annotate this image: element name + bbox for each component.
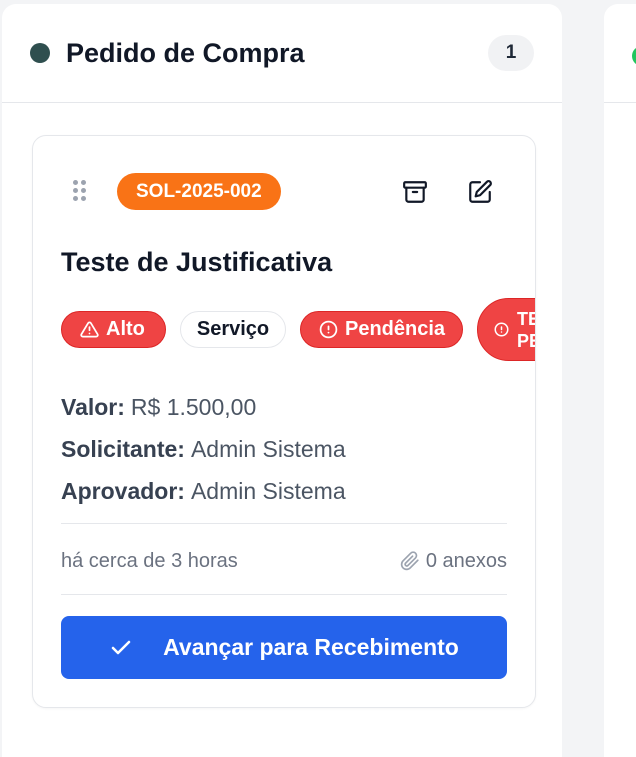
time-ago: há cerca de 3 horas [61,549,238,572]
custom-tag-line2: PENDÊNCIA [517,330,535,351]
advance-to-receiving-button[interactable]: Avançar para Recebimento [61,616,507,679]
column-status-dot [30,43,50,63]
card-meta-row: há cerca de 3 horas 0 anexos [61,546,507,576]
attachments-link[interactable]: 0 anexos [400,550,507,573]
custom-tag-line1: TESTE [517,308,535,329]
divider [604,102,636,103]
attachments-count: 0 anexos [425,549,507,572]
archive-button[interactable] [398,175,432,209]
drag-handle-icon[interactable] [73,180,91,206]
pending-tag: Pendência [300,311,463,348]
kanban-column: Pedido de Compra 1 SOL-2025-002 Teste de… [2,4,562,757]
alert-triangle-icon [80,321,99,338]
value-row: Valor: R$ 1.500,00 [61,386,346,428]
next-kanban-column [604,4,636,757]
request-code-badge: SOL-2025-002 [117,173,281,210]
value-label: Valor: [61,393,125,420]
advance-button-label: Avançar para Recebimento [163,634,459,660]
divider [61,594,507,595]
column-header: Pedido de Compra 1 [2,4,562,103]
type-tag: Serviço [180,311,286,348]
priority-tag-label: Alto [106,318,145,340]
archive-icon [403,181,427,203]
column-count-badge: 1 [488,35,534,71]
divider [61,523,507,524]
approver-label: Aprovador: [61,477,185,504]
approver-row: Aprovador: Admin Sistema [61,470,346,512]
custom-pending-tag: TESTE PENDÊNCIA [477,298,535,361]
column-title: Pedido de Compra [66,37,305,68]
alert-circle-icon [494,322,509,337]
value-amount: R$ 1.500,00 [130,393,257,420]
edit-button[interactable] [463,175,497,209]
edit-icon [469,180,492,203]
card-top-row: SOL-2025-002 [33,172,535,212]
check-icon [111,640,131,654]
pending-tag-label: Pendência [345,318,446,340]
next-column-status-dot [632,46,636,66]
card-title: Teste de Justificativa [61,247,333,277]
requester-row: Solicitante: Admin Sistema [61,428,346,470]
approver-name: Admin Sistema [190,477,346,504]
priority-tag: Alto [61,311,166,348]
card-details: Valor: R$ 1.500,00 Solicitante: Admin Si… [61,386,346,512]
paperclip-icon [400,551,419,571]
alert-circle-icon [319,320,338,339]
tag-row: Alto Serviço Pendência TESTE PENDÊNCIA [61,298,535,361]
request-card[interactable]: SOL-2025-002 Teste de Justificativa Alto… [32,135,536,708]
requester-name: Admin Sistema [190,435,346,462]
requester-label: Solicitante: [61,435,185,462]
